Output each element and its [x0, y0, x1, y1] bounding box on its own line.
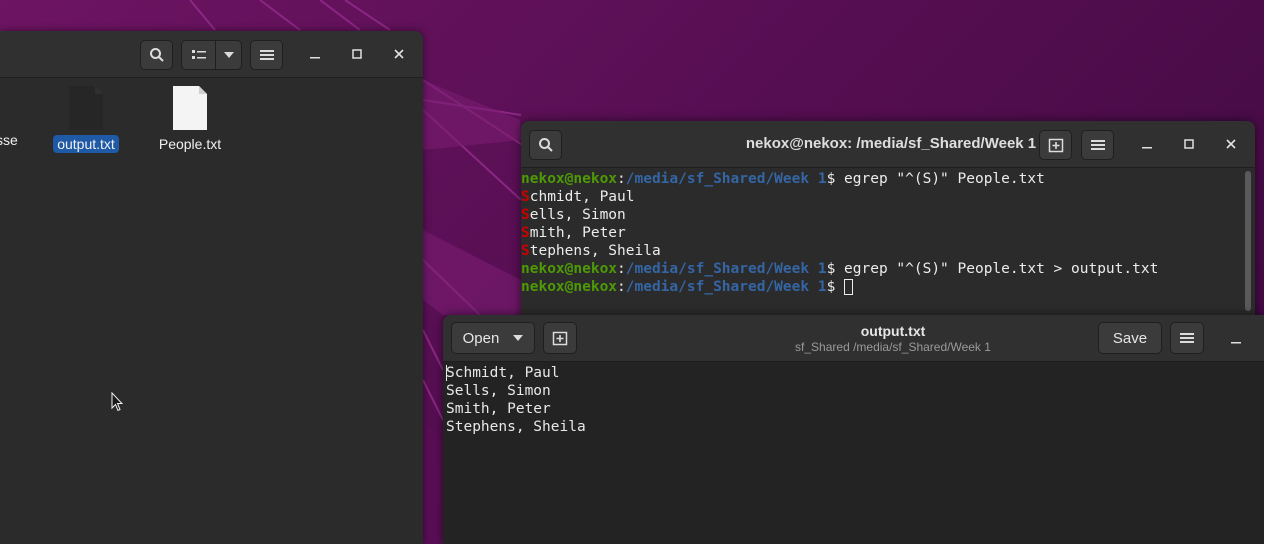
terminal-output-line: Smith, Peter	[521, 224, 1243, 242]
new-tab-button[interactable]	[1039, 130, 1072, 160]
file-grid: sse output.txt People.txt	[0, 78, 423, 544]
maximize-icon	[352, 49, 362, 59]
hamburger-menu-icon	[259, 50, 274, 60]
search-icon	[538, 138, 553, 152]
new-tab-icon	[552, 331, 568, 346]
hamburger-menu-icon	[1180, 333, 1194, 343]
document-path: sf_Shared /media/sf_Shared/Week 1	[795, 340, 991, 354]
terminal-output-line: Stephens, Sheila	[521, 242, 1243, 260]
terminal-window: nekox@nekox: /media/sf_Shared/Week 1 nek…	[521, 121, 1255, 321]
terminal-command-line: nekox@nekox:/media/sf_Shared/Week 1$ egr…	[521, 261, 1159, 277]
menu-button[interactable]	[250, 40, 283, 70]
text-editor-window: Open output.txt sf_Shared /media/sf_Shar…	[443, 315, 1264, 544]
editor-text-area[interactable]: Schmidt, Paul Sells, Simon Smith, Peter …	[443, 362, 1264, 544]
close-icon	[394, 49, 404, 59]
maximize-button[interactable]	[1177, 132, 1201, 156]
output-text: mith, Peter	[529, 225, 626, 241]
maximize-icon	[1184, 139, 1194, 149]
editor-line: Sells, Simon	[446, 383, 551, 399]
chevron-down-icon	[513, 335, 524, 341]
match-highlight: S	[521, 225, 530, 241]
chevron-down-icon	[223, 52, 234, 58]
minimize-icon	[1231, 342, 1241, 344]
terminal-menu-button[interactable]	[1081, 130, 1114, 160]
file-item-selected[interactable]: output.txt	[44, 86, 128, 153]
text-file-icon	[173, 86, 207, 130]
save-label: Save	[1112, 329, 1148, 347]
terminal-cursor	[844, 279, 854, 295]
file-name: output.txt	[53, 135, 119, 153]
terminal-search-button[interactable]	[529, 130, 562, 160]
document-icon	[69, 86, 103, 130]
new-tab-icon	[1048, 138, 1063, 153]
file-manager-window: sse output.txt People.txt	[0, 31, 423, 544]
close-icon	[1226, 139, 1236, 149]
editor-line: Stephens, Sheila	[446, 419, 586, 435]
command-text: egrep "^(S)" People.txt	[844, 171, 1045, 187]
terminal-command-line: nekox@nekox:/media/sf_Shared/Week 1$	[521, 278, 1243, 296]
minimize-icon	[310, 57, 320, 59]
list-view-icon	[191, 50, 206, 59]
output-text: chmidt, Paul	[529, 189, 635, 205]
prompt-path: /media/sf_Shared/Week 1	[625, 261, 827, 277]
hamburger-menu-icon	[1090, 140, 1105, 150]
new-document-button[interactable]	[543, 322, 577, 354]
view-list-button[interactable]	[181, 40, 216, 70]
text-cursor	[446, 365, 447, 381]
editor-title: output.txt sf_Shared /media/sf_Shared/We…	[743, 323, 1043, 354]
editor-menu-button[interactable]	[1170, 322, 1204, 354]
terminal-output[interactable]: nekox@nekox:/media/sf_Shared/Week 1$ egr…	[521, 168, 1243, 321]
search-icon	[149, 48, 164, 62]
terminal-scrollbar[interactable]	[1245, 171, 1251, 311]
editor-line: Schmidt, Paul	[446, 365, 560, 381]
match-highlight: S	[521, 207, 530, 223]
open-button[interactable]: Open	[451, 322, 535, 354]
prompt-user: nekox@nekox	[521, 171, 618, 187]
view-options-button[interactable]	[215, 40, 242, 70]
document-title: output.txt	[860, 323, 926, 339]
file-manager-headerbar	[0, 31, 423, 78]
terminal-command-line: nekox@nekox:/media/sf_Shared/Week 1$ egr…	[521, 171, 1045, 187]
file-item[interactable]: People.txt	[148, 86, 232, 153]
minimize-button[interactable]	[303, 42, 327, 66]
mouse-pointer-icon	[111, 392, 123, 412]
prompt-user: nekox@nekox	[521, 261, 618, 277]
terminal-headerbar: nekox@nekox: /media/sf_Shared/Week 1	[521, 121, 1255, 168]
file-name: sse	[0, 132, 18, 148]
save-button[interactable]: Save	[1098, 322, 1162, 354]
output-text: tephens, Sheila	[529, 243, 661, 259]
search-button[interactable]	[140, 40, 173, 70]
match-highlight: S	[521, 189, 530, 205]
prompt-path: /media/sf_Shared/Week 1	[625, 279, 827, 295]
prompt-path: /media/sf_Shared/Week 1	[625, 171, 827, 187]
output-text: ells, Simon	[529, 207, 626, 223]
editor-line: Smith, Peter	[446, 401, 551, 417]
close-button[interactable]	[1219, 132, 1243, 156]
minimize-button[interactable]	[1135, 132, 1159, 156]
close-button[interactable]	[387, 42, 411, 66]
minimize-button[interactable]	[1224, 327, 1248, 351]
terminal-output-line: Schmidt, Paul	[521, 188, 1243, 206]
command-text: egrep "^(S)" People.txt > output.txt	[844, 261, 1159, 277]
file-item[interactable]: sse	[0, 86, 22, 149]
match-highlight: S	[521, 243, 530, 259]
minimize-icon	[1142, 147, 1152, 149]
terminal-output-line: Sells, Simon	[521, 206, 1243, 224]
open-label: Open	[462, 329, 500, 347]
file-name: People.txt	[158, 136, 222, 152]
editor-headerbar: Open output.txt sf_Shared /media/sf_Shar…	[443, 315, 1264, 362]
maximize-button[interactable]	[345, 42, 369, 66]
prompt-user: nekox@nekox	[521, 279, 618, 295]
